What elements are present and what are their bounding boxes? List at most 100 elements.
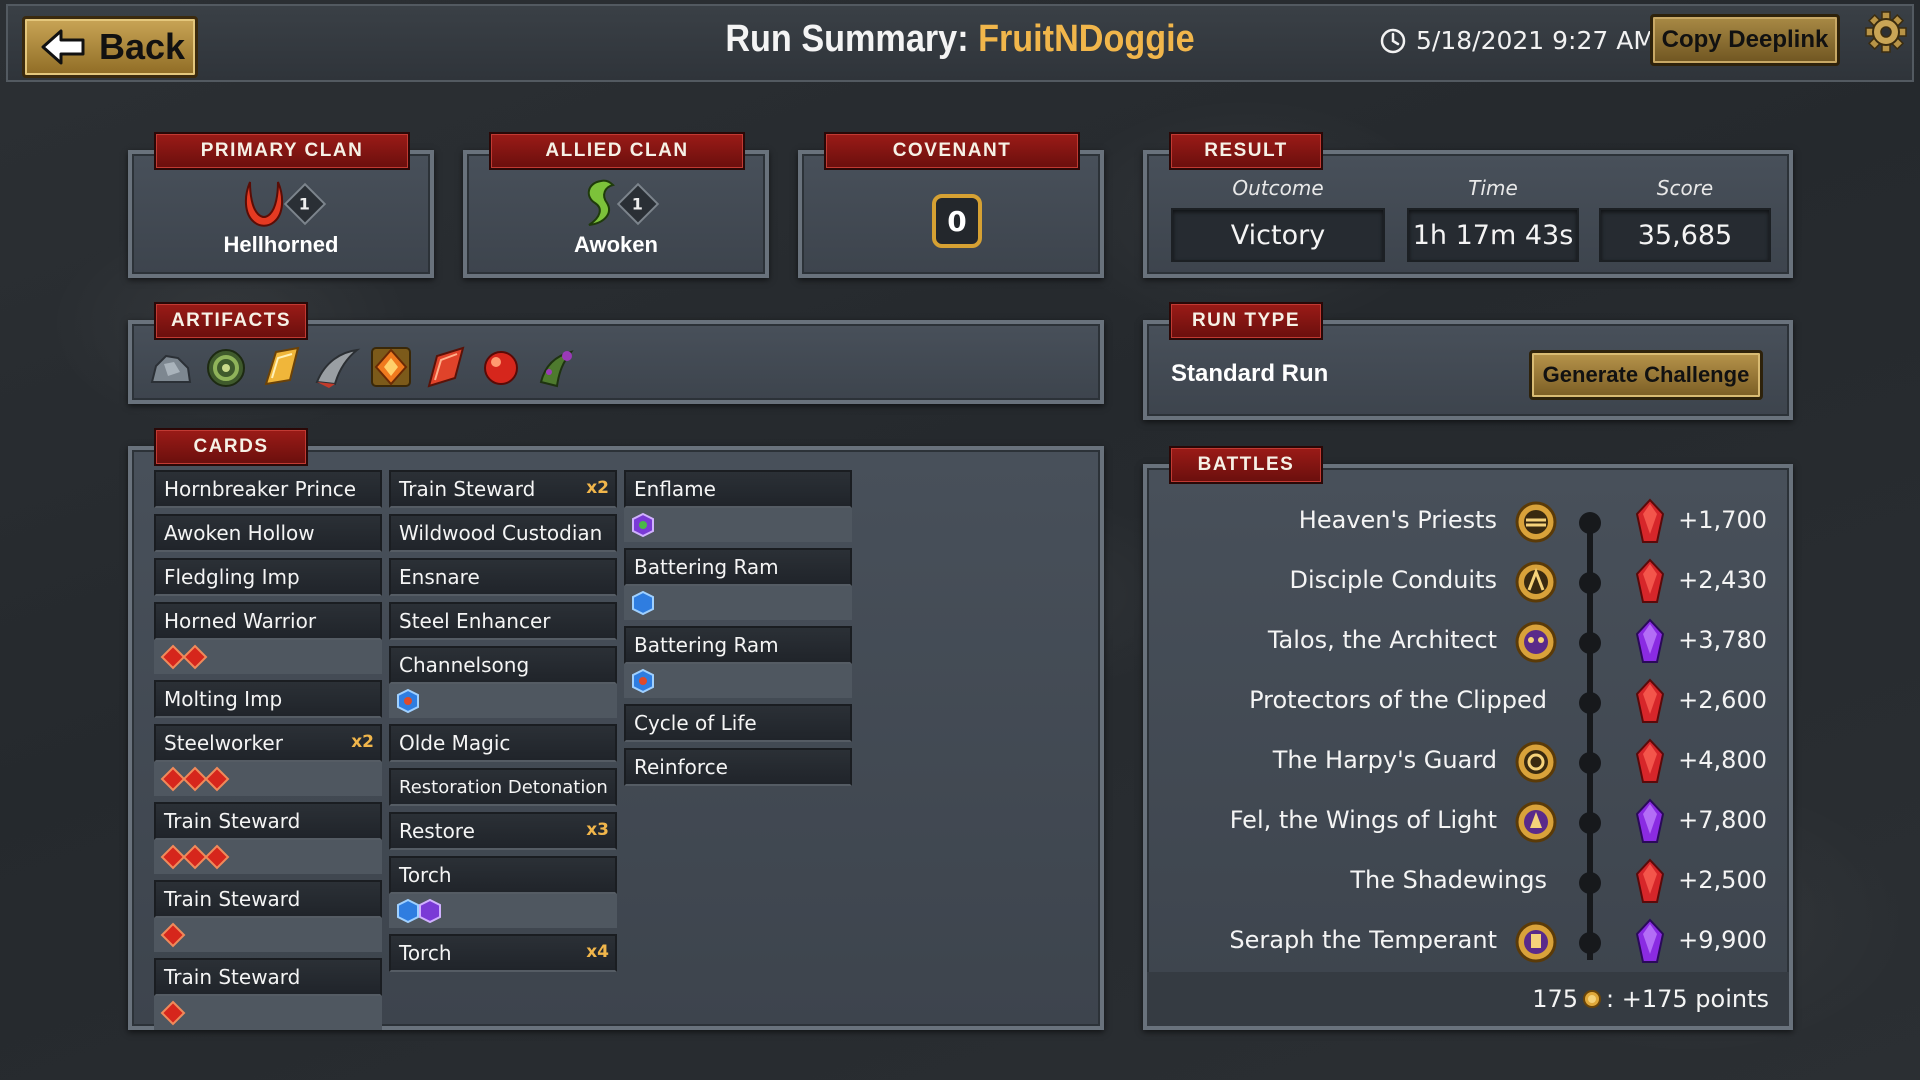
card-item[interactable]: Restoration Detonation [389, 768, 617, 806]
outcome-value: Victory [1171, 208, 1385, 262]
timeline-node [1579, 752, 1601, 774]
orange-crystal-artifact-icon[interactable] [366, 342, 416, 392]
arrow-left-icon [41, 29, 85, 65]
primary-clan-panel: PRIMARY CLAN 1 Hellhorned [128, 132, 434, 278]
gold-medallion-icon [1515, 741, 1557, 783]
timeline-node [1579, 932, 1601, 954]
card-item[interactable]: Battering Ram [624, 548, 852, 620]
battle-name: Disciple Conduits [1289, 566, 1498, 594]
primary-clan-name: Hellhorned [223, 232, 339, 257]
battle-score: +7,800 [1678, 806, 1767, 834]
card-name: Fledgling Imp [154, 558, 382, 596]
battle-row[interactable]: Seraph the Temperant +9,900 [1147, 918, 1787, 966]
card-item[interactable]: Train Steward x2 [389, 470, 617, 508]
timeline-node [1579, 512, 1601, 534]
card-item[interactable]: Torch x4 [389, 934, 617, 972]
card-item[interactable]: Train Steward [154, 880, 382, 952]
card-item[interactable]: Fledgling Imp [154, 558, 382, 596]
hellhorned-clan-icon [244, 181, 284, 227]
score-label: Score [1656, 176, 1714, 200]
time-label: Time [1468, 176, 1518, 200]
card-name: Awoken Hollow [154, 514, 382, 552]
time-value: 1h 17m 43s [1407, 208, 1579, 262]
clan-level-badge: 1 [616, 182, 660, 226]
battle-row[interactable]: Disciple Conduits +2,430 [1147, 558, 1787, 606]
card-name: Battering Ram [624, 548, 852, 586]
gold-shard-artifact-icon[interactable] [256, 342, 306, 392]
battle-row[interactable]: Protectors of the Clipped +2,600 [1147, 678, 1787, 726]
artifacts-tab: ARTIFACTS [154, 302, 308, 340]
blue-upgrade-icon [397, 688, 419, 714]
card-count: x2 [586, 478, 609, 498]
card-name: Channelsong [389, 646, 617, 684]
card-column-2: Train Steward x2 Wildwood Custodian Ensna… [389, 470, 617, 978]
green-coil-artifact-icon[interactable] [201, 342, 251, 392]
card-item[interactable]: Molting Imp [154, 680, 382, 718]
gold-amount: 175 [1532, 985, 1579, 1013]
green-thorn-artifact-icon[interactable] [531, 342, 581, 392]
red-upgrade-icon [204, 766, 230, 792]
timeline-node [1579, 632, 1601, 654]
battle-row[interactable]: Talos, the Architect +3,780 [1147, 618, 1787, 666]
gold-medallion-icon [1515, 501, 1557, 543]
timeline-node [1579, 812, 1601, 834]
card-item[interactable]: Horned Warrior [154, 602, 382, 674]
battle-row[interactable]: Heaven's Priests +1,700 [1147, 498, 1787, 546]
run-date: 5/18/2021 9:27 AM [1380, 26, 1655, 55]
red-gem-icon [1635, 858, 1665, 903]
battles-panel: BATTLES Heaven's Priests +1,700 Disciple… [1143, 446, 1793, 1030]
card-item[interactable]: Steel Enhancer [389, 602, 617, 640]
copy-deeplink-button[interactable]: Copy Deeplink [1650, 14, 1840, 66]
card-item[interactable]: Channelsong [389, 646, 617, 718]
battle-score: +3,780 [1678, 626, 1767, 654]
card-upgrades [154, 762, 382, 796]
card-item[interactable]: Awoken Hollow [154, 514, 382, 552]
red-upgrade-icon [182, 644, 208, 670]
card-column-3: Enflame Battering Ram Battering Ram Cycl… [624, 470, 852, 792]
gold-medallion-icon [1515, 921, 1557, 963]
timeline-node [1579, 872, 1601, 894]
gray-rock-artifact-icon[interactable] [146, 342, 196, 392]
card-item[interactable]: Hornbreaker Prince [154, 470, 382, 508]
card-item[interactable]: Battering Ram [624, 626, 852, 698]
battle-name: Fel, the Wings of Light [1229, 806, 1497, 834]
card-item[interactable]: Reinforce [624, 748, 852, 786]
card-item[interactable]: Train Steward [154, 958, 382, 1030]
red-orb-artifact-icon[interactable] [476, 342, 526, 392]
gold-medallion-icon [1515, 621, 1557, 663]
battles-footer: 175 : +175 points [1147, 972, 1789, 1026]
covenant-tab: COVENANT [824, 132, 1080, 170]
back-button[interactable]: Back [22, 16, 198, 78]
allied-clan-panel: ALLIED CLAN 1 Awoken [463, 132, 769, 278]
battle-row[interactable]: The Harpy's Guard +4,800 [1147, 738, 1787, 786]
purple-gem-icon [1635, 798, 1665, 843]
card-item[interactable]: Olde Magic [389, 724, 617, 762]
score-value: 35,685 [1599, 208, 1771, 262]
date-text: 5/18/2021 9:27 AM [1416, 26, 1655, 55]
timeline-node [1579, 572, 1601, 594]
card-count: x3 [586, 820, 609, 840]
horn-artifact-icon[interactable] [311, 342, 361, 392]
card-item[interactable]: Train Steward [154, 802, 382, 874]
card-item[interactable]: Torch [389, 856, 617, 928]
battle-row[interactable]: Fel, the Wings of Light +7,800 [1147, 798, 1787, 846]
gear-icon[interactable] [1862, 8, 1910, 56]
card-upgrades [624, 664, 852, 698]
card-name: Steelworker [154, 724, 382, 762]
card-item[interactable]: Steelworker x2 [154, 724, 382, 796]
generate-challenge-button[interactable]: Generate Challenge [1529, 350, 1763, 400]
gold-medallion-icon [1515, 561, 1557, 603]
red-gem-icon [1635, 678, 1665, 723]
battle-score: +2,430 [1678, 566, 1767, 594]
battle-row[interactable]: The Shadewings +2,500 [1147, 858, 1787, 906]
card-name: Train Steward [154, 802, 382, 840]
allied-clan-name: Awoken [574, 232, 658, 257]
card-item[interactable]: Cycle of Life [624, 704, 852, 742]
card-item[interactable]: Wildwood Custodian [389, 514, 617, 552]
red-shard-artifact-icon[interactable] [421, 342, 471, 392]
battle-score: +1,700 [1678, 506, 1767, 534]
card-item[interactable]: Restore x3 [389, 812, 617, 850]
card-item[interactable]: Ensnare [389, 558, 617, 596]
card-item[interactable]: Enflame [624, 470, 852, 542]
purple-gem-icon [1635, 618, 1665, 663]
